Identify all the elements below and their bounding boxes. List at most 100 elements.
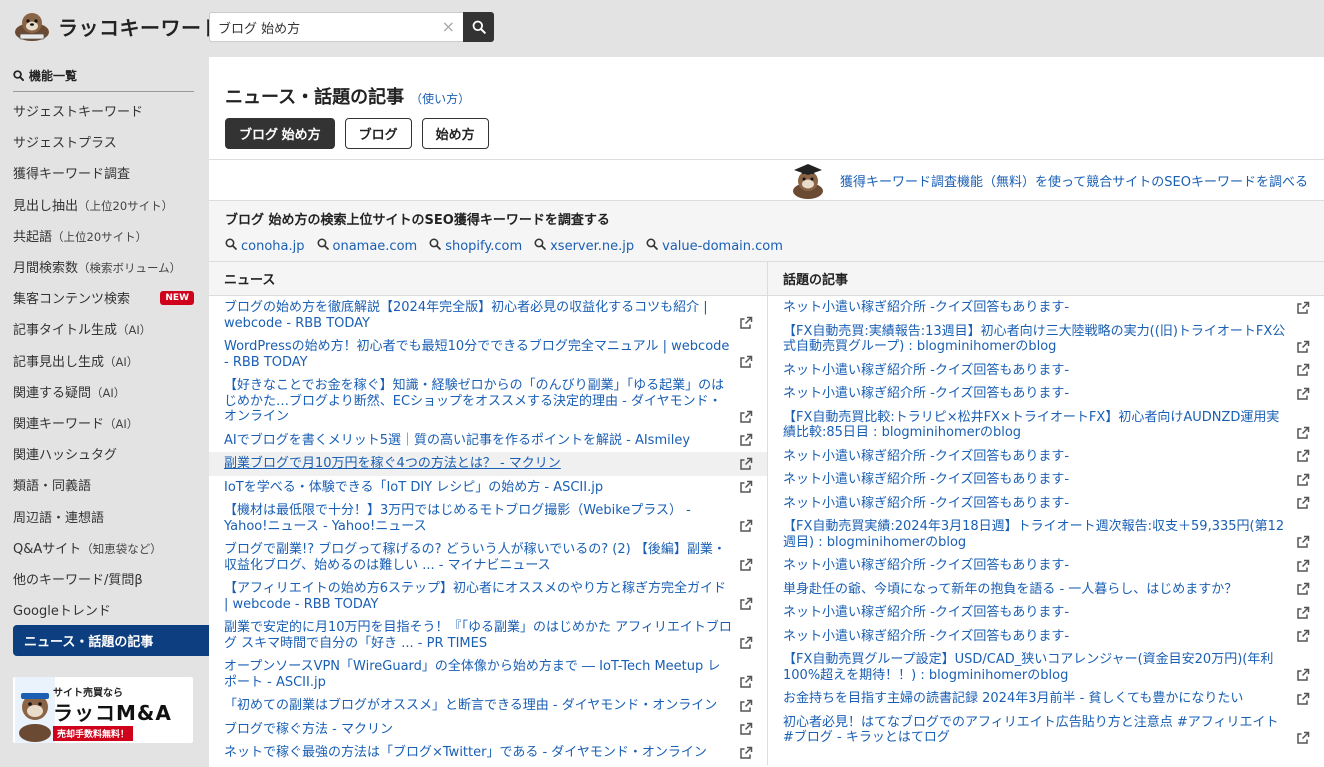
external-link-icon[interactable] (739, 457, 753, 471)
sidebar-item[interactable]: 獲得キーワード調査 (0, 157, 209, 188)
article-row[interactable]: ネット小遣い稼ぎ紹介所 -クイズ回答もあります- (768, 468, 1324, 492)
competitor-site-link[interactable]: shopify.com (429, 238, 522, 254)
external-link-icon[interactable] (1296, 363, 1310, 377)
article-link[interactable]: 初心者必見！はてなブログでのアフィリエイト広告貼り方と注意点 #アフィリエイト … (783, 715, 1296, 746)
article-row[interactable]: 【FX自動売買:実績報告:13週目】初心者向け三大陸戦略の実力((旧)トライオー… (768, 320, 1324, 359)
article-row[interactable]: ブログで稼ぐ方法 - マクリン (209, 718, 767, 742)
external-link-icon[interactable] (739, 355, 753, 369)
article-row[interactable]: ネット小遣い稼ぎ紹介所 -クイズ回答もあります- (768, 382, 1324, 406)
external-link-icon[interactable] (739, 675, 753, 689)
external-link-icon[interactable] (1296, 692, 1310, 706)
article-link[interactable]: ネット小遣い稼ぎ紹介所 -クイズ回答もあります- (783, 629, 1296, 645)
article-row[interactable]: 【FX自動売買グループ設定】USD/CAD_狭いコアレンジャー(資金目安20万円… (768, 648, 1324, 687)
sidebar-item[interactable]: 類語・同義語 (0, 469, 209, 500)
article-link[interactable]: お金持ちを目指す主婦の読書記録 2024年3月前半 - 貧しくても豊かになりたい (783, 691, 1296, 707)
sidebar-item[interactable]: サジェストプラス (0, 126, 209, 157)
external-link-icon[interactable] (1296, 387, 1310, 401)
article-link[interactable]: 【FX自動売買:実績報告:13週目】初心者向け三大陸戦略の実力((旧)トライオー… (783, 324, 1296, 355)
article-row[interactable]: 初心者必見！はてなブログでのアフィリエイト広告貼り方と注意点 #アフィリエイト … (768, 711, 1324, 750)
external-link-icon[interactable] (739, 410, 753, 424)
article-row[interactable]: ネット小遣い稼ぎ紹介所 -クイズ回答もあります- (768, 359, 1324, 383)
article-link[interactable]: 【機材は最低限で十分！】3万円ではじめるモトブログ撮影（Webikeプラス） -… (224, 503, 739, 534)
how-to-link[interactable]: （使い方） (410, 90, 470, 107)
competitor-site-link[interactable]: xserver.ne.jp (534, 238, 634, 254)
article-row[interactable]: ネット小遣い稼ぎ紹介所 -クイズ回答もあります- (768, 296, 1324, 320)
article-link[interactable]: ネット小遣い稼ぎ紹介所 -クイズ回答もあります- (783, 386, 1296, 402)
external-link-icon[interactable] (739, 636, 753, 650)
sidebar-item[interactable]: サジェストキーワード (0, 95, 209, 126)
article-link[interactable]: ネット小遣い稼ぎ紹介所 -クイズ回答もあります- (783, 605, 1296, 621)
article-link[interactable]: 【FX自動売買比較:トラリピ×松井FX×トライオートFX】初心者向けAUDNZD… (783, 410, 1296, 441)
article-link[interactable]: ネット小遣い稼ぎ紹介所 -クイズ回答もあります- (783, 558, 1296, 574)
article-link[interactable]: 【FX自動売買グループ設定】USD/CAD_狭いコアレンジャー(資金目安20万円… (783, 652, 1296, 683)
article-link[interactable]: 【好きなことでお金を稼ぐ】知識・経験ゼロからの「のんびり副業」「ゆる起業」のはじ… (224, 378, 739, 425)
search-button[interactable] (463, 12, 494, 42)
external-link-icon[interactable] (1296, 582, 1310, 596)
article-link[interactable]: ネット小遣い稼ぎ紹介所 -クイズ回答もあります- (783, 496, 1296, 512)
article-link[interactable]: 【FX自動売買実績:2024年3月18日週】トライオート週次報告:収支＋59,3… (783, 519, 1296, 550)
article-link[interactable]: 副業ブログで月10万円を稼ぐ4つの方法とは？ - マクリン (224, 456, 739, 472)
article-row[interactable]: ネット小遣い稼ぎ紹介所 -クイズ回答もあります- (768, 445, 1324, 469)
article-link[interactable]: ネット小遣い稼ぎ紹介所 -クイズ回答もあります- (783, 449, 1296, 465)
sidebar-item[interactable]: 記事見出し生成（AI） (0, 345, 209, 376)
external-link-icon[interactable] (1296, 301, 1310, 315)
article-row[interactable]: 単身赴任の爺、今頃になって新年の抱負を語る - 一人暮らし、はじめますか？ (768, 578, 1324, 602)
external-link-icon[interactable] (739, 519, 753, 533)
external-link-icon[interactable] (1296, 606, 1310, 620)
external-link-icon[interactable] (739, 597, 753, 611)
external-link-icon[interactable] (1296, 731, 1310, 745)
competitor-site-link[interactable]: value-domain.com (646, 238, 783, 254)
sidebar-item[interactable]: 関連キーワード（AI） (0, 407, 209, 438)
article-link[interactable]: 副業で安定的に月10万円を目指そう！『「ゆる副業」のはじめかた アフィリエイトブ… (224, 620, 739, 651)
sidebar-item[interactable]: 関連する疑問（AI） (0, 376, 209, 407)
external-link-icon[interactable] (1296, 559, 1310, 573)
external-link-icon[interactable] (739, 722, 753, 736)
article-row[interactable]: ネット小遣い稼ぎ紹介所 -クイズ回答もあります- (768, 625, 1324, 649)
sidebar-item[interactable]: 記事タイトル生成（AI） (0, 313, 209, 344)
external-link-icon[interactable] (1296, 535, 1310, 549)
sidebar-item[interactable]: 関連ハッシュタグ (0, 438, 209, 469)
keyword-chip[interactable]: ブログ (344, 118, 412, 149)
external-link-icon[interactable] (739, 433, 753, 447)
sidebar-item[interactable]: Googleトレンド (0, 594, 209, 625)
article-link[interactable]: ブログの始め方を徹底解説【2024年完全版】初心者必見の収益化するコツも紹介 |… (224, 300, 739, 331)
article-row[interactable]: WordPressの始め方！初心者でも最短10分でできるブログ完全マニュアル |… (209, 335, 767, 374)
external-link-icon[interactable] (1296, 629, 1310, 643)
article-link[interactable]: ブログで副業!? ブログって稼げるの? どういう人が稼いでいるの? (2) 【後… (224, 542, 739, 573)
sidebar-item[interactable]: 共起語（上位20サイト） (0, 220, 209, 251)
external-link-icon[interactable] (1296, 426, 1310, 440)
search-input[interactable] (218, 19, 438, 35)
external-link-icon[interactable] (739, 480, 753, 494)
article-link[interactable]: ネット小遣い稼ぎ紹介所 -クイズ回答もあります- (783, 300, 1296, 316)
article-link[interactable]: 「初めての副業はブログがオススメ」と断言できる理由 - ダイヤモンド・オンライン (224, 698, 739, 714)
article-row[interactable]: 副業ブログで月10万円を稼ぐ4つの方法とは？ - マクリン (209, 452, 767, 476)
article-row[interactable]: AIでブログを書くメリット5選｜質の高い記事を作るポイントを解説 - AIsmi… (209, 429, 767, 453)
article-row[interactable]: オープンソースVPN「WireGuard」の全体像から始め方まで ― IoT-T… (209, 655, 767, 694)
external-link-icon[interactable] (739, 316, 753, 330)
external-link-icon[interactable] (739, 558, 753, 572)
article-row[interactable]: ネット小遣い稼ぎ紹介所 -クイズ回答もあります- (768, 601, 1324, 625)
article-row[interactable]: ブログの始め方を徹底解説【2024年完全版】初心者必見の収益化するコツも紹介 |… (209, 296, 767, 335)
article-row[interactable]: ネットで稼ぐ最強の方法は「ブログ×Twitter」である - ダイヤモンド・オン… (209, 741, 767, 765)
sidebar-item[interactable]: 見出し抽出（上位20サイト） (0, 189, 209, 220)
keyword-chip[interactable]: 始め方 (421, 118, 489, 149)
clear-search-icon[interactable]: × (442, 19, 455, 35)
keyword-research-promo-link[interactable]: 獲得キーワード調査機能（無料）を使って競合サイトのSEOキーワードを調べる (840, 171, 1308, 190)
competitor-site-link[interactable]: onamae.com (317, 238, 417, 254)
logo[interactable]: ラッコキーワード (12, 10, 222, 42)
external-link-icon[interactable] (739, 746, 753, 760)
article-row[interactable]: ネット小遣い稼ぎ紹介所 -クイズ回答もあります- (768, 554, 1324, 578)
article-link[interactable]: ネット小遣い稼ぎ紹介所 -クイズ回答もあります- (783, 363, 1296, 379)
keyword-chip[interactable]: ブログ 始め方 (225, 118, 335, 149)
article-row[interactable]: ネット小遣い稼ぎ紹介所 -クイズ回答もあります- (768, 492, 1324, 516)
article-row[interactable]: 「初めての副業はブログがオススメ」と断言できる理由 - ダイヤモンド・オンライン (209, 694, 767, 718)
article-row[interactable]: 【機材は最低限で十分！】3万円ではじめるモトブログ撮影（Webikeプラス） -… (209, 499, 767, 538)
external-link-icon[interactable] (739, 699, 753, 713)
external-link-icon[interactable] (1296, 449, 1310, 463)
article-row[interactable]: 【FX自動売買実績:2024年3月18日週】トライオート週次報告:収支＋59,3… (768, 515, 1324, 554)
sidebar-item[interactable]: 周辺語・連想語 (0, 500, 209, 531)
competitor-site-link[interactable]: conoha.jp (225, 238, 305, 254)
external-link-icon[interactable] (1296, 473, 1310, 487)
article-link[interactable]: 【アフィリエイトの始め方6ステップ】初心者にオススメのやり方と稼ぎ方完全ガイド … (224, 581, 739, 612)
article-link[interactable]: AIでブログを書くメリット5選｜質の高い記事を作るポイントを解説 - AIsmi… (224, 433, 739, 449)
